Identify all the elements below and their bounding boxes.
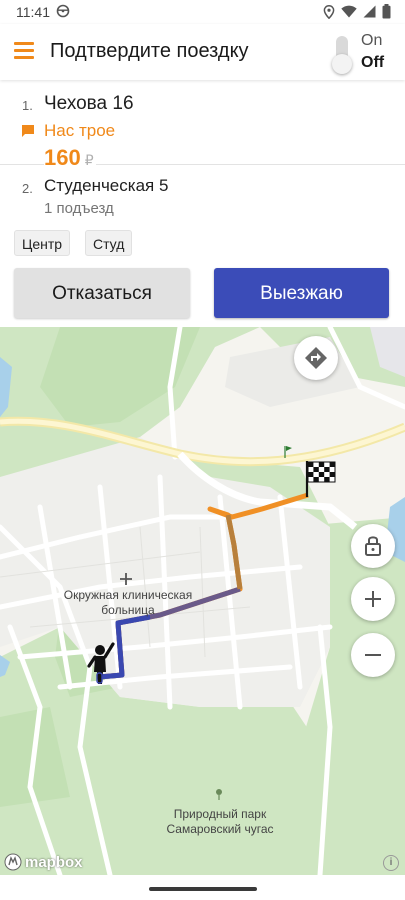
app-bar: Подтвердите поездку On Off [0,24,405,80]
compass-button[interactable] [294,336,338,380]
home-gesture-handle[interactable] [149,887,257,891]
zoom-out-button[interactable] [351,633,395,677]
directions-icon [305,347,327,369]
wifi-icon [341,5,357,18]
page-title: Подтвердите поездку [50,40,249,62]
route-map[interactable]: Окружная клиническая больница Природный … [0,327,405,875]
zoom-in-button[interactable] [351,577,395,621]
status-bar: 11:41 [0,0,405,24]
signal-icon [363,5,376,18]
menu-icon[interactable] [14,41,34,59]
divider [96,164,405,165]
comment-flag-icon [22,125,34,137]
district-chip-from: Центр [14,230,71,256]
lock-icon [365,536,381,556]
online-toggle[interactable]: On Off [332,32,394,76]
district-chip-to: Студ [85,230,133,256]
stop-1-address: Чехова 16 [44,93,134,114]
system-nav-bar [0,875,405,900]
status-time: 11:41 [16,4,50,20]
park-label: Природный парк Самаровский чугас [166,807,274,836]
passenger-icon [87,642,115,684]
price-value: 160 [44,145,81,170]
finish-flag-icon [305,461,336,497]
price-currency: ₽ [84,152,94,168]
battery-icon [382,4,391,19]
steering-wheel-icon [56,4,70,18]
decline-button[interactable]: Отказаться [14,268,190,318]
toggle-off-label: Off [361,54,385,71]
stop-1-number: 1. [22,98,33,113]
accept-button[interactable]: Выезжаю [214,268,389,318]
location-icon [323,4,335,19]
stop-2-entrance: 1 подъезд [44,200,114,217]
hospital-label: Окружная клиническая больница [63,588,193,617]
minus-icon [365,654,381,656]
passenger-note: Нас трое [44,121,116,140]
stop-2-address: Студенческая 5 [44,176,169,195]
trip-price: 160 ₽ [44,145,94,171]
mapbox-wordmark: mapbox [25,853,83,871]
mapbox-icon [4,853,22,871]
lock-map-button[interactable] [351,524,395,568]
stop-2-number: 2. [22,181,33,196]
plus-icon [365,591,381,607]
toggle-thumb[interactable] [332,54,352,74]
toggle-on-label: On [361,32,383,49]
map-info-icon[interactable]: i [383,855,399,871]
divider [0,164,44,165]
mapbox-logo[interactable]: mapbox [4,851,83,873]
